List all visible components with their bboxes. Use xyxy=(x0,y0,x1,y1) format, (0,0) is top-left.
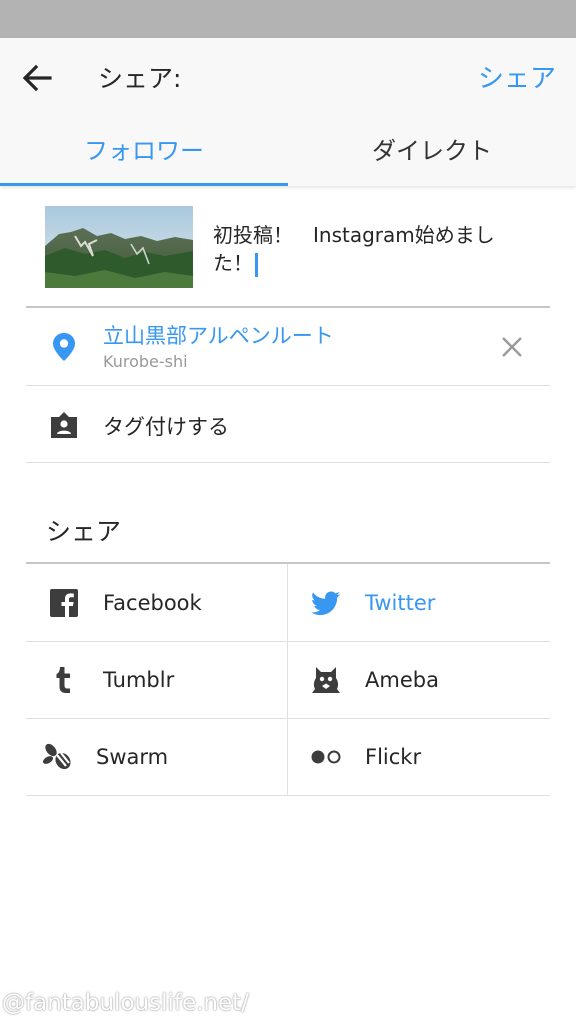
text-cursor xyxy=(255,252,258,277)
grid-divider xyxy=(26,795,550,796)
share-swarm[interactable]: Swarm xyxy=(26,718,288,795)
page-title: シェア: xyxy=(98,64,182,93)
caption-input[interactable]: 初投稿！ Instagram始めました！ xyxy=(213,221,533,277)
tab-direct[interactable]: ダイレクト xyxy=(288,116,576,186)
watermark: @fantabulouslife.net/ xyxy=(2,990,249,1016)
location-city: Kurobe-shi xyxy=(103,352,188,371)
share-ameba[interactable]: Ameba xyxy=(288,641,550,718)
share-button[interactable]: シェア xyxy=(478,58,556,95)
tumblr-label: Tumblr xyxy=(103,668,175,692)
facebook-label: Facebook xyxy=(103,591,202,615)
tab-bar: フォロワー ダイレクト xyxy=(0,116,576,186)
swarm-label: Swarm xyxy=(96,745,169,769)
share-services-grid: Facebook Twitter Tumblr Ameba Swarm Flic… xyxy=(26,564,550,796)
facebook-icon xyxy=(50,589,78,617)
divider xyxy=(26,462,550,463)
tab-followers[interactable]: フォロワー xyxy=(0,116,288,186)
person-tag-icon xyxy=(51,412,77,438)
ameba-icon xyxy=(312,667,340,693)
location-name: 立山黒部アルペンルート xyxy=(103,324,334,348)
tab-indicator xyxy=(0,183,288,186)
post-thumbnail[interactable] xyxy=(45,206,193,288)
tumblr-icon xyxy=(56,667,70,693)
flickr-label: Flickr xyxy=(365,745,422,769)
tag-people-row[interactable]: タグ付けする xyxy=(26,386,550,462)
twitter-label: Twitter xyxy=(365,591,436,615)
ameba-label: Ameba xyxy=(365,668,439,692)
swarm-icon xyxy=(42,743,71,770)
mountain-photo xyxy=(45,206,193,288)
share-section-heading: シェア xyxy=(46,517,122,546)
share-tumblr[interactable]: Tumblr xyxy=(26,641,288,718)
flickr-icon xyxy=(311,750,341,764)
share-flickr[interactable]: Flickr xyxy=(288,718,550,795)
tag-people-label: タグ付けする xyxy=(103,415,229,439)
twitter-icon xyxy=(311,591,340,616)
back-button[interactable] xyxy=(16,58,60,98)
location-pin-icon xyxy=(53,333,75,361)
close-icon[interactable] xyxy=(500,335,524,359)
arrow-back-icon xyxy=(22,64,52,92)
app-bar: シェア: シェア xyxy=(0,38,576,116)
status-bar xyxy=(0,0,576,38)
location-row[interactable]: 立山黒部アルペンルート Kurobe-shi xyxy=(26,308,550,385)
share-facebook[interactable]: Facebook xyxy=(26,564,288,641)
share-twitter[interactable]: Twitter xyxy=(288,564,550,641)
